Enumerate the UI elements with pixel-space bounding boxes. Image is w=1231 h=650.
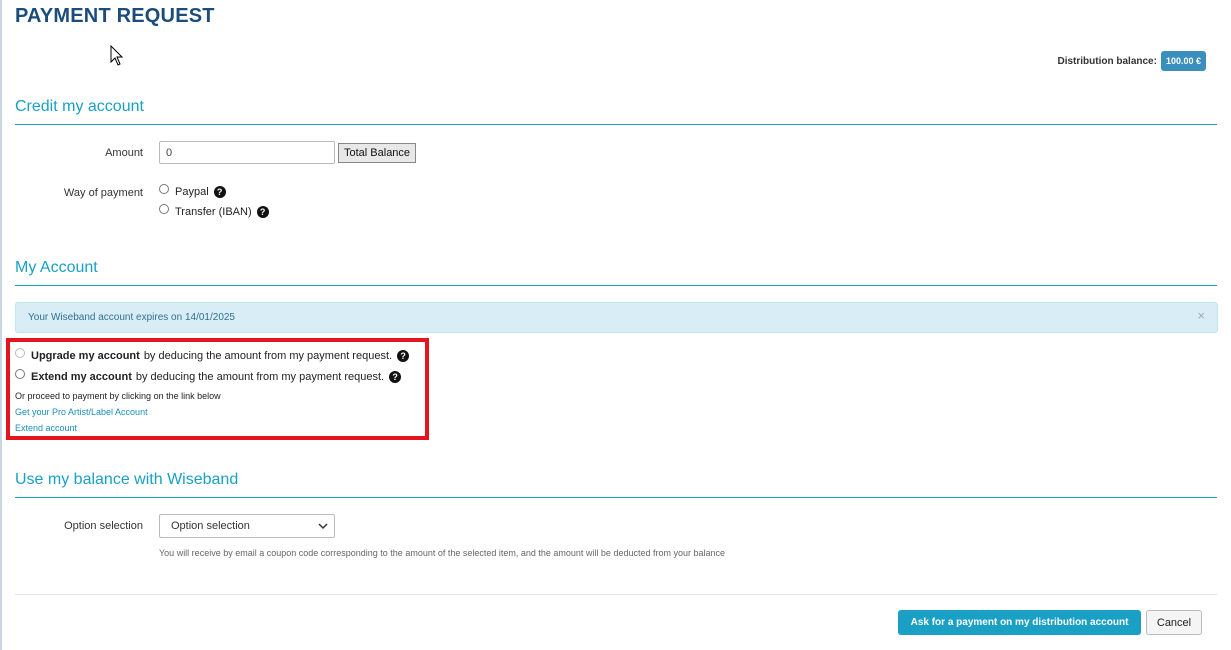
chevron-down-icon bbox=[318, 523, 328, 530]
paypal-radio[interactable] bbox=[159, 184, 169, 194]
option-selection-label: Option selection bbox=[64, 520, 143, 532]
amount-label: Amount bbox=[105, 147, 143, 159]
extend-bold-label: Extend my account bbox=[31, 371, 132, 383]
mouse-pointer-icon bbox=[110, 45, 124, 66]
left-border bbox=[0, 0, 2, 650]
cancel-button[interactable]: Cancel bbox=[1146, 610, 1202, 635]
section-title-credit: Credit my account bbox=[15, 98, 144, 115]
payment-option-transfer[interactable]: Transfer (IBAN) ? bbox=[159, 204, 269, 218]
close-icon[interactable]: × bbox=[1197, 303, 1205, 329]
upgrade-account-option[interactable]: Upgrade my account by deducing the amoun… bbox=[15, 348, 410, 362]
extend-radio[interactable] bbox=[15, 369, 25, 379]
distribution-balance: Distribution balance: 100.00 € bbox=[1057, 51, 1206, 71]
upgrade-radio[interactable] bbox=[15, 348, 25, 358]
question-circle-icon[interactable]: ? bbox=[256, 206, 269, 218]
footer-divider bbox=[15, 594, 1217, 595]
upgrade-bold-label: Upgrade my account bbox=[31, 350, 140, 362]
pro-account-link[interactable]: Get your Pro Artist/Label Account bbox=[15, 407, 148, 417]
proceed-text: Or proceed to payment by clicking on the… bbox=[15, 391, 221, 401]
section-divider bbox=[15, 497, 1217, 498]
account-expiry-alert: Your Wiseband account expires on 14/01/2… bbox=[15, 302, 1218, 333]
question-circle-icon[interactable]: ? bbox=[397, 350, 410, 362]
payment-option-paypal[interactable]: Paypal ? bbox=[159, 184, 226, 198]
option-selection-dropdown[interactable]: Option selection bbox=[159, 514, 335, 538]
way-of-payment-label: Way of payment bbox=[63, 187, 143, 199]
balance-label: Distribution balance: bbox=[1057, 55, 1157, 67]
option-selected-value: Option selection bbox=[171, 520, 250, 532]
question-circle-icon[interactable]: ? bbox=[389, 371, 402, 383]
section-title-my-account: My Account bbox=[15, 259, 98, 276]
transfer-radio[interactable] bbox=[159, 204, 169, 214]
section-divider bbox=[15, 124, 1217, 125]
amount-input[interactable] bbox=[159, 141, 335, 164]
paypal-label: Paypal bbox=[175, 186, 209, 198]
balance-badge: 100.00 € bbox=[1160, 51, 1206, 71]
extend-account-option[interactable]: Extend my account by deducing the amount… bbox=[15, 369, 402, 383]
total-balance-button[interactable]: Total Balance bbox=[338, 143, 417, 163]
coupon-help-text: You will receive by email a coupon code … bbox=[159, 548, 726, 558]
extend-account-link[interactable]: Extend account bbox=[15, 423, 77, 433]
section-divider bbox=[15, 285, 1217, 286]
transfer-label: Transfer (IBAN) bbox=[175, 206, 252, 218]
section-title-wiseband: Use my balance with Wiseband bbox=[15, 471, 239, 488]
question-circle-icon[interactable]: ? bbox=[213, 186, 226, 198]
ask-payment-button[interactable]: Ask for a payment on my distribution acc… bbox=[898, 610, 1141, 635]
upgrade-rest-label: by deducing the amount from my payment r… bbox=[143, 350, 393, 362]
page-title: PAYMENT REQUEST bbox=[15, 5, 215, 27]
extend-rest-label: by deducing the amount from my payment r… bbox=[135, 371, 385, 383]
alert-text: Your Wiseband account expires on 14/01/2… bbox=[28, 312, 235, 323]
